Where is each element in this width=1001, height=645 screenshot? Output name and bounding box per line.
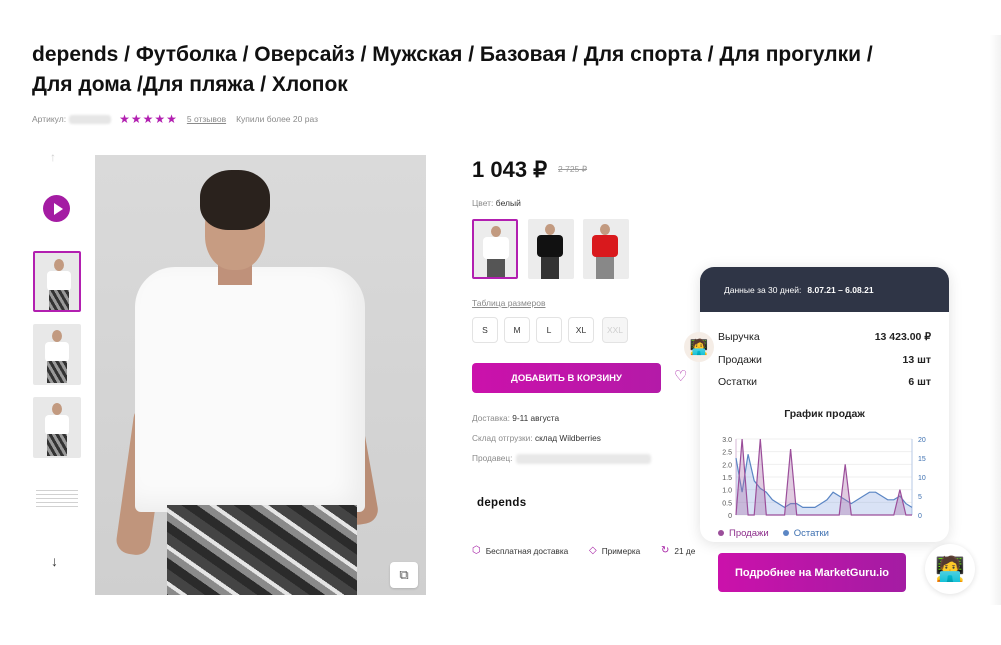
color-label: Цвет: белый [472,198,521,208]
warehouse-info: Склад отгрузки: склад Wildberries [472,433,601,443]
thumbnail-1[interactable] [33,251,81,312]
article-number-blurred [69,114,112,124]
left-tick-label: 1.0 [722,488,732,495]
thumbnail-2[interactable] [33,324,81,385]
size-button-xl[interactable]: XL [568,317,594,343]
size-button-xxl: XXL [602,317,628,343]
seller-info: Продавец: [472,453,652,464]
size-button-m[interactable]: M [504,317,530,343]
right-tick-label: 15 [918,456,926,463]
right-tick-label: 20 [918,437,926,444]
star-icon: ★ [154,112,166,126]
left-tick-label: 0.5 [722,500,732,507]
delivery-info: Доставка: 9-11 августа [472,413,560,423]
product-title: depends / Футболка / Оверсайз / Мужская … [32,43,873,96]
marketguru-mascot-icon[interactable]: 🧑‍💻 [684,332,714,362]
marketguru-header: Данные за 30 дней: 8.07.21 – 6.08.21 [700,267,949,312]
old-price: 2 725 ₽ [558,164,588,174]
star-icon: ★ [130,112,142,126]
color-swatch-red[interactable] [583,219,629,279]
stat-row-revenue: Выручка 13 423.00 ₽ [718,331,931,343]
current-price: 1 043 ₽ [472,157,548,182]
box-icon: ⬡ [472,545,481,556]
star-icon: ★ [142,112,154,126]
color-swatch-black[interactable] [528,219,574,279]
rating-stars: ★ ★ ★ ★ ★ [119,113,177,125]
reviews-link[interactable]: 5 отзывов [187,114,226,124]
refresh-icon: ↻ [661,545,670,556]
star-icon: ★ [119,112,130,126]
color-value: белый [495,198,521,208]
main-product-photo[interactable] [95,155,426,595]
thumbnail-size-chart[interactable] [36,489,78,507]
stat-row-sales: Продажи 13 шт [718,354,931,366]
size-button-l[interactable]: L [536,317,562,343]
tag-icon: ◇ [589,545,597,556]
product-meta: Артикул: ★ ★ ★ ★ ★ 5 отзывов Купили боле… [32,113,318,125]
play-video-button[interactable] [43,195,70,222]
thumbnail-3[interactable] [33,397,81,458]
stat-row-stock: Остатки 6 шт [718,376,931,388]
thumbs-up-arrow-icon[interactable]: ↑ [50,150,56,164]
add-to-cart-button[interactable]: ДОБАВИТЬ В КОРЗИНУ [472,363,661,393]
left-tick-label: 0 [728,513,732,520]
legend-sales[interactable]: Продажи [718,528,769,539]
right-tick-label: 10 [918,475,926,482]
feature-fitting: ◇ Примерка [589,545,641,556]
brand-logo[interactable]: depends [477,497,526,509]
article-label: Артикул: [32,114,67,124]
favorite-heart-icon[interactable]: ♡ [674,369,687,384]
seller-name-blurred[interactable] [516,453,652,464]
product-page: depends / Футболка / Оверсайз / Мужская … [0,0,1001,645]
marketguru-widget: Данные за 30 дней: 8.07.21 – 6.08.21 Выр… [700,267,949,542]
sales-chart: 3.0 2.5 2.0 1.5 1.0 0.5 0 20 15 10 5 0 [722,437,926,520]
bought-count: Купили более 20 раз [236,114,318,124]
chart-legend: Продажи Остатки [718,528,829,539]
star-icon: ★ [166,112,177,126]
color-swatch-white[interactable] [472,219,518,279]
right-tick-label: 0 [918,513,922,520]
thumbs-down-arrow-icon[interactable]: ↓ [51,553,58,569]
size-table-link[interactable]: Таблица размеров [472,298,546,308]
legend-stock[interactable]: Остатки [782,528,829,539]
size-button-s[interactable]: S [472,317,498,343]
left-tick-label: 2.5 [722,450,732,457]
left-tick-label: 2.0 [722,462,732,469]
left-tick-label: 1.5 [722,475,732,482]
copy-icon[interactable]: ⧉ [390,562,418,588]
chart-title: График продаж [784,408,865,420]
right-tick-label: 5 [918,494,922,501]
marketguru-details-button[interactable]: Подробнее на MarketGuru.io [718,553,906,592]
feature-return: ↻ 21 де [661,545,696,556]
marketguru-launcher-icon[interactable]: 🧑‍💻 [925,544,975,594]
left-tick-label: 3.0 [722,437,732,444]
feature-free-delivery: ⬡ Бесплатная доставка [472,545,569,556]
